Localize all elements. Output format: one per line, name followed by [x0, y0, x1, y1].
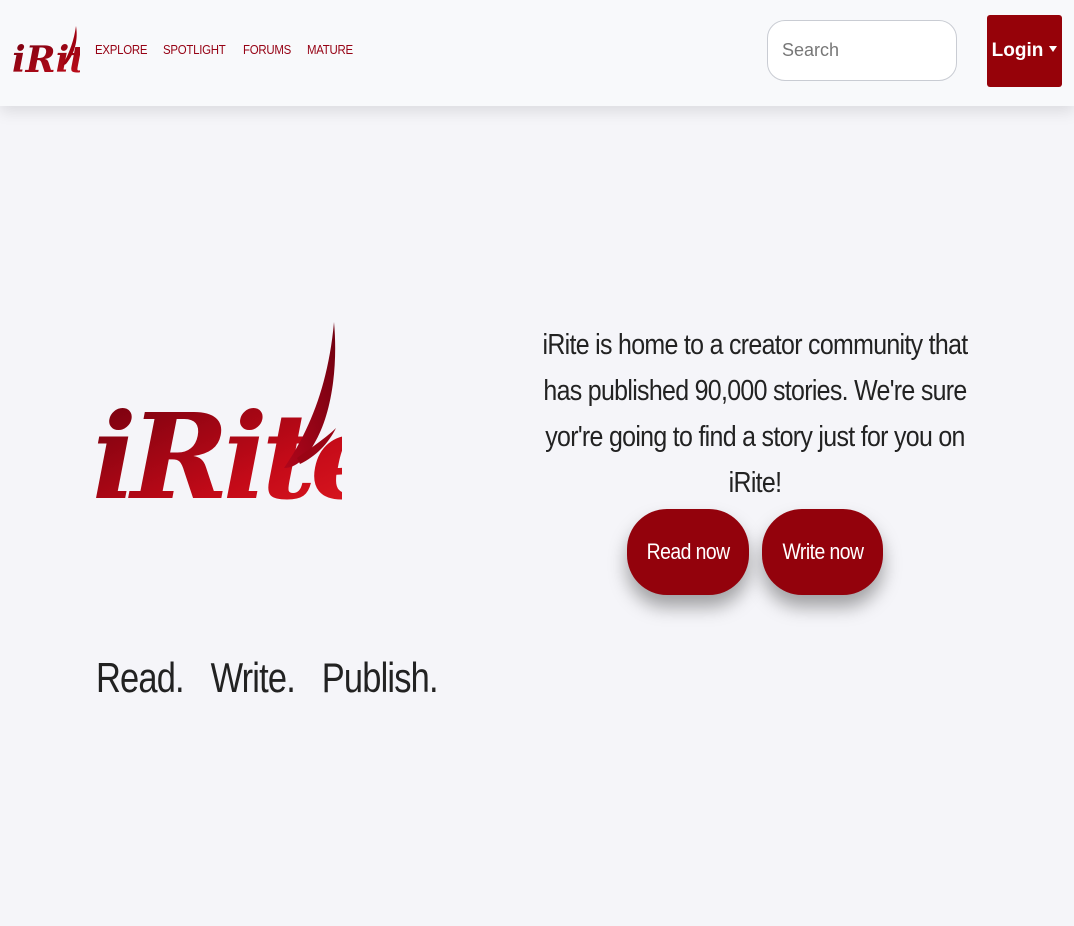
caret-down-icon — [1049, 46, 1058, 52]
hero-description-text: iRite is home to a creator community tha… — [542, 329, 968, 499]
tagline-publish: Publish. — [321, 654, 439, 701]
tagline: Read. Write. Publish. — [96, 654, 456, 702]
login-button[interactable]: Login — [987, 15, 1062, 87]
hero-description: iRite is home to a creator community tha… — [530, 322, 980, 506]
nav-link-spotlight[interactable]: SPOTLIGHT — [163, 42, 226, 57]
search-input[interactable] — [767, 20, 957, 81]
nav-links: EXPLORE SPOTLIGHT FORUMS MATURE — [95, 42, 353, 57]
write-now-label: Write now — [782, 539, 863, 564]
tagline-read: Read. — [96, 654, 185, 701]
hero-irite-logo: iRite — [92, 322, 342, 526]
read-now-label: Read now — [646, 539, 730, 564]
nav-link-explore[interactable]: EXPLORE — [95, 42, 147, 57]
tagline-write: Write. — [210, 654, 296, 701]
irite-logo[interactable]: iRite — [10, 22, 80, 82]
read-now-button[interactable]: Read now — [627, 509, 749, 595]
svg-text:iRite: iRite — [12, 39, 80, 81]
login-label: Login — [991, 40, 1044, 61]
nav-link-mature[interactable]: MATURE — [307, 42, 353, 57]
write-now-button[interactable]: Write now — [762, 509, 883, 595]
nav-link-forums[interactable]: FORUMS — [243, 42, 291, 57]
top-navbar: iRite EXPLORE SPOTLIGHT FORUMS MATURE Lo… — [0, 0, 1074, 106]
